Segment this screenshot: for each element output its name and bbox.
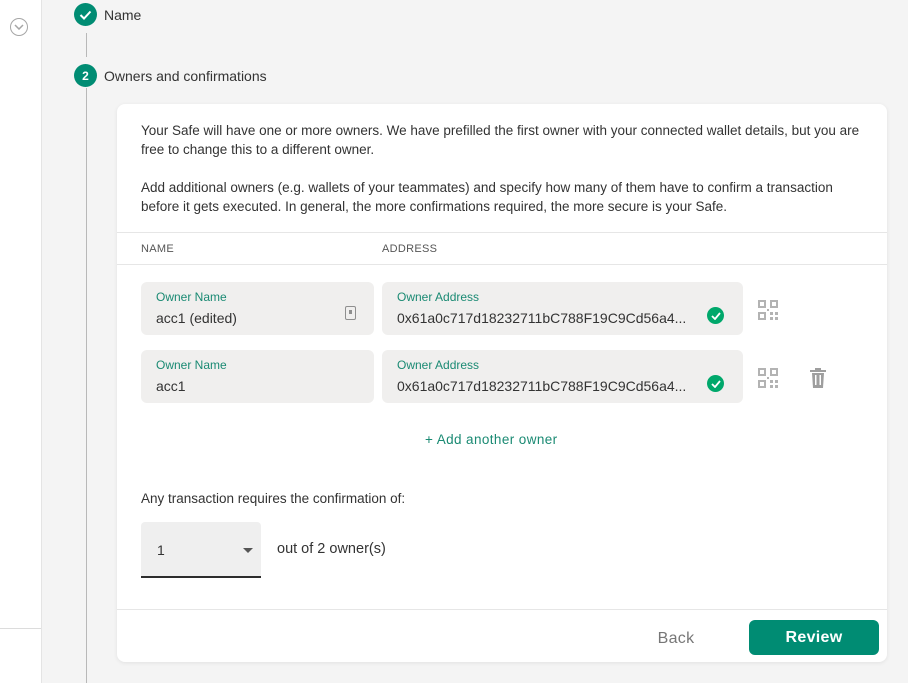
address-book-icon[interactable] (345, 306, 356, 320)
owner-address-label: Owner Address (397, 358, 480, 372)
divider (117, 264, 887, 265)
column-header-name: NAME (141, 243, 174, 255)
footer-divider (117, 609, 887, 610)
owner-address-label: Owner Address (397, 290, 480, 304)
step-connector (86, 88, 87, 683)
back-button[interactable]: Back (633, 622, 719, 656)
owner-name-field[interactable]: Owner Name acc1 (141, 350, 374, 403)
valid-check-icon (707, 375, 724, 392)
collapse-chevron-icon[interactable] (10, 18, 28, 36)
step-2-label: Owners and confirmations (104, 68, 267, 84)
owner-name-label: Owner Name (156, 290, 227, 304)
description-paragraph-2: Add additional owners (e.g. wallets of y… (141, 180, 833, 214)
qr-code-icon[interactable] (758, 300, 778, 320)
owner-name-value[interactable]: acc1 (156, 378, 359, 395)
add-another-owner-button[interactable]: + Add another owner (425, 432, 558, 447)
dropdown-caret-icon (243, 548, 253, 553)
step-1-complete-icon (74, 3, 97, 26)
description-paragraph-1: Your Safe will have one or more owners. … (141, 123, 860, 157)
threshold-select-value: 1 (157, 542, 165, 558)
step-2-number: 2 (74, 64, 97, 87)
owner-name-field[interactable]: Owner Name acc1 (edited) (141, 282, 374, 335)
sidebar-divider (0, 628, 41, 629)
owner-address-value[interactable]: 0x61a0c717d18232711bC788F19C9Cd56a4... (397, 310, 697, 327)
owners-card: Your Safe will have one or more owners. … (117, 104, 887, 662)
owner-name-value[interactable]: acc1 (edited) (156, 310, 359, 327)
step-1-label: Name (104, 7, 142, 23)
divider (117, 232, 887, 233)
owner-address-value[interactable]: 0x61a0c717d18232711bC788F19C9Cd56a4... (397, 378, 697, 395)
left-sidebar (0, 0, 42, 683)
owner-address-field[interactable]: Owner Address 0x61a0c717d18232711bC788F1… (382, 282, 743, 335)
owner-address-field[interactable]: Owner Address 0x61a0c717d18232711bC788F1… (382, 350, 743, 403)
threshold-select[interactable]: 1 (141, 522, 261, 578)
valid-check-icon (707, 307, 724, 324)
threshold-prompt: Any transaction requires the confirmatio… (141, 491, 406, 506)
step-connector (86, 33, 87, 57)
trash-icon[interactable] (809, 368, 827, 388)
qr-code-icon[interactable] (758, 368, 778, 388)
owner-name-label: Owner Name (156, 358, 227, 372)
review-button[interactable]: Review (749, 620, 879, 655)
column-header-address: ADDRESS (382, 243, 438, 255)
threshold-suffix: out of 2 owner(s) (277, 541, 386, 557)
